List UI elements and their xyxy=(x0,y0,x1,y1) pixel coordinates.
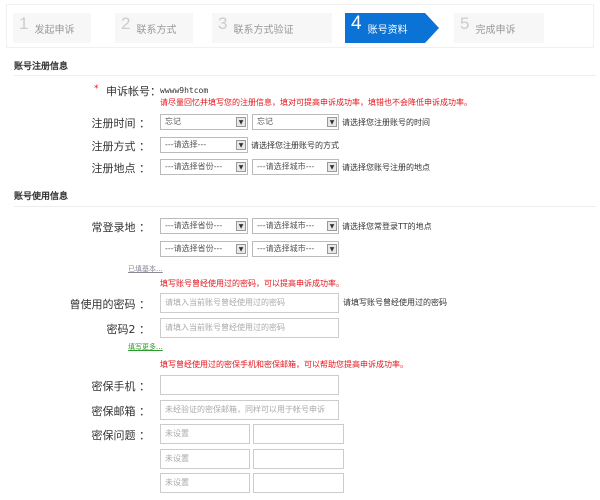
security-question-label: 密保问题 ： xyxy=(91,429,151,442)
login-city-select-2[interactable]: ---请选择城市--- ▼ xyxy=(252,241,339,257)
section-title-registration: 账号注册信息 xyxy=(14,62,69,72)
step-2: 2 联系方式 xyxy=(115,13,193,43)
step-1: 1 发起申诉 xyxy=(13,13,91,43)
security-email-label: 密保邮箱 ： xyxy=(91,405,151,418)
reg-time-label: 注册时间 ： xyxy=(91,117,151,130)
fill-more-link[interactable]: 填写更多... xyxy=(128,342,163,352)
login-city-select-1[interactable]: ---请选择城市--- ▼ xyxy=(252,218,339,234)
chevron-down-icon: ▼ xyxy=(236,140,246,150)
reg-city-select[interactable]: ---请选择城市--- ▼ xyxy=(252,159,339,175)
security-phone-input[interactable] xyxy=(160,375,339,395)
old-password-label: 曾使用的密码 ： xyxy=(69,298,151,311)
security-question-1[interactable]: 未设置 xyxy=(160,424,250,444)
divider xyxy=(14,75,596,76)
reg-method-select[interactable]: ---请选择--- ▼ xyxy=(160,137,248,153)
step-4-active: 4 账号资料 xyxy=(345,13,439,43)
basic-filled-link[interactable]: 已填基本... xyxy=(128,264,163,274)
chevron-down-icon: ▼ xyxy=(327,221,337,231)
security-red-tip: 填写曾经使用过的密保手机和密保邮箱，可以帮助您提高申诉成功率。 xyxy=(160,360,408,369)
required-mark: * xyxy=(94,84,99,94)
reg-method-label: 注册方式 ： xyxy=(91,140,151,153)
security-question-3[interactable]: 未设置 xyxy=(160,473,250,493)
security-phone-label: 密保手机 ： xyxy=(91,380,151,393)
security-answer-1[interactable] xyxy=(253,424,344,444)
login-province-select-1[interactable]: ---请选择省份--- ▼ xyxy=(160,218,248,234)
chevron-down-icon: ▼ xyxy=(236,244,246,254)
step-bar: 1 发起申诉 2 联系方式 3 联系方式验证 4 账号资料 5 完成申诉 xyxy=(6,4,594,48)
chevron-down-icon: ▼ xyxy=(327,162,337,172)
login-place-tip: 请选择您常登录TT的地点 xyxy=(342,222,432,231)
step-3: 3 联系方式验证 xyxy=(212,13,332,43)
old-password-tip: 请填写账号曾经使用过的密码 xyxy=(343,298,447,307)
chevron-down-icon: ▼ xyxy=(236,117,246,127)
login-place-label: 常登录地 ： xyxy=(91,221,151,234)
security-email-input[interactable]: 未经验证的密保邮箱，同样可以用于帐号申诉 xyxy=(160,400,339,420)
reg-time-tip: 请选择您注册账号的时间 xyxy=(342,118,430,127)
chevron-down-icon: ▼ xyxy=(327,117,337,127)
section-title-usage: 账号使用信息 xyxy=(14,192,69,202)
password2-input[interactable]: 请填入当前账号曾经使用过的密码 xyxy=(160,318,339,338)
chevron-down-icon: ▼ xyxy=(236,221,246,231)
chevron-down-icon: ▼ xyxy=(327,244,337,254)
login-province-select-2[interactable]: ---请选择省份--- ▼ xyxy=(160,241,248,257)
old-password-input[interactable]: 请填入当前账号曾经使用过的密码 xyxy=(160,293,339,313)
account-value: wwww9htcom xyxy=(160,86,209,95)
security-question-2[interactable]: 未设置 xyxy=(160,449,250,469)
step-5: 5 完成申诉 xyxy=(454,13,544,43)
password-red-tip: 填写账号曾经使用过的密码，可以提高申诉成功率。 xyxy=(160,279,344,288)
password2-label: 密码2 ： xyxy=(106,323,151,336)
divider xyxy=(14,206,596,207)
reg-time-select-2[interactable]: 忘记 ▼ xyxy=(252,114,339,130)
reg-method-tip: 请选择您注册账号的方式 xyxy=(251,141,339,150)
account-label: 申诉帐号： xyxy=(106,85,161,98)
reg-province-select[interactable]: ---请选择省份--- ▼ xyxy=(160,159,248,175)
security-answer-3[interactable] xyxy=(253,473,344,493)
reg-time-select-1[interactable]: 忘记 ▼ xyxy=(160,114,248,130)
chevron-down-icon: ▼ xyxy=(236,162,246,172)
registration-red-tip: 请尽量回忆并填写您的注册信息，填对可提高申诉成功率，填错也不会降低申诉成功率。 xyxy=(160,98,472,107)
reg-place-tip: 请选择您账号注册的地点 xyxy=(342,163,430,172)
reg-place-label: 注册地点 ： xyxy=(91,162,151,175)
security-answer-2[interactable] xyxy=(253,449,344,469)
